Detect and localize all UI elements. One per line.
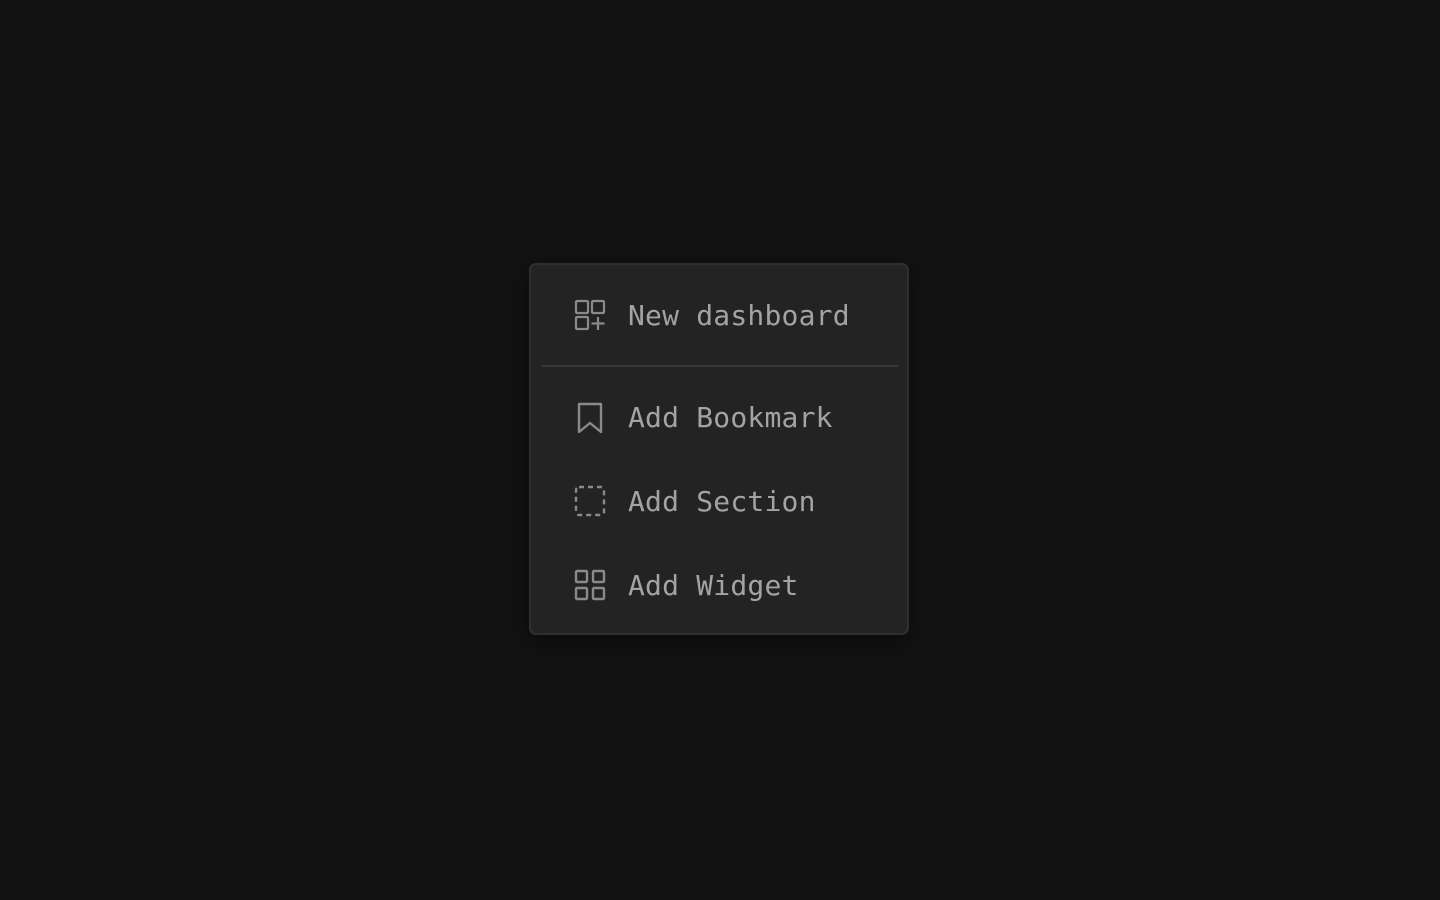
menu-item-add-bookmark[interactable]: Add Bookmark	[531, 375, 907, 459]
grid-icon	[574, 569, 606, 601]
menu-item-label: Add Bookmark	[628, 400, 833, 434]
menu-item-label: Add Widget	[628, 568, 799, 602]
menu-item-label: Add Section	[628, 484, 816, 518]
menu-item-label: New dashboard	[628, 298, 850, 332]
dropdown-menu: New dashboard Add Bookmark Add Section A…	[529, 263, 909, 635]
bookmark-icon	[574, 401, 606, 433]
menu-item-add-section[interactable]: Add Section	[531, 459, 907, 543]
menu-item-add-widget[interactable]: Add Widget	[531, 543, 907, 627]
menu-item-new-dashboard[interactable]: New dashboard	[531, 273, 907, 357]
dashboard-plus-icon	[574, 299, 606, 331]
menu-divider	[541, 365, 899, 367]
dashed-square-icon	[574, 485, 606, 517]
